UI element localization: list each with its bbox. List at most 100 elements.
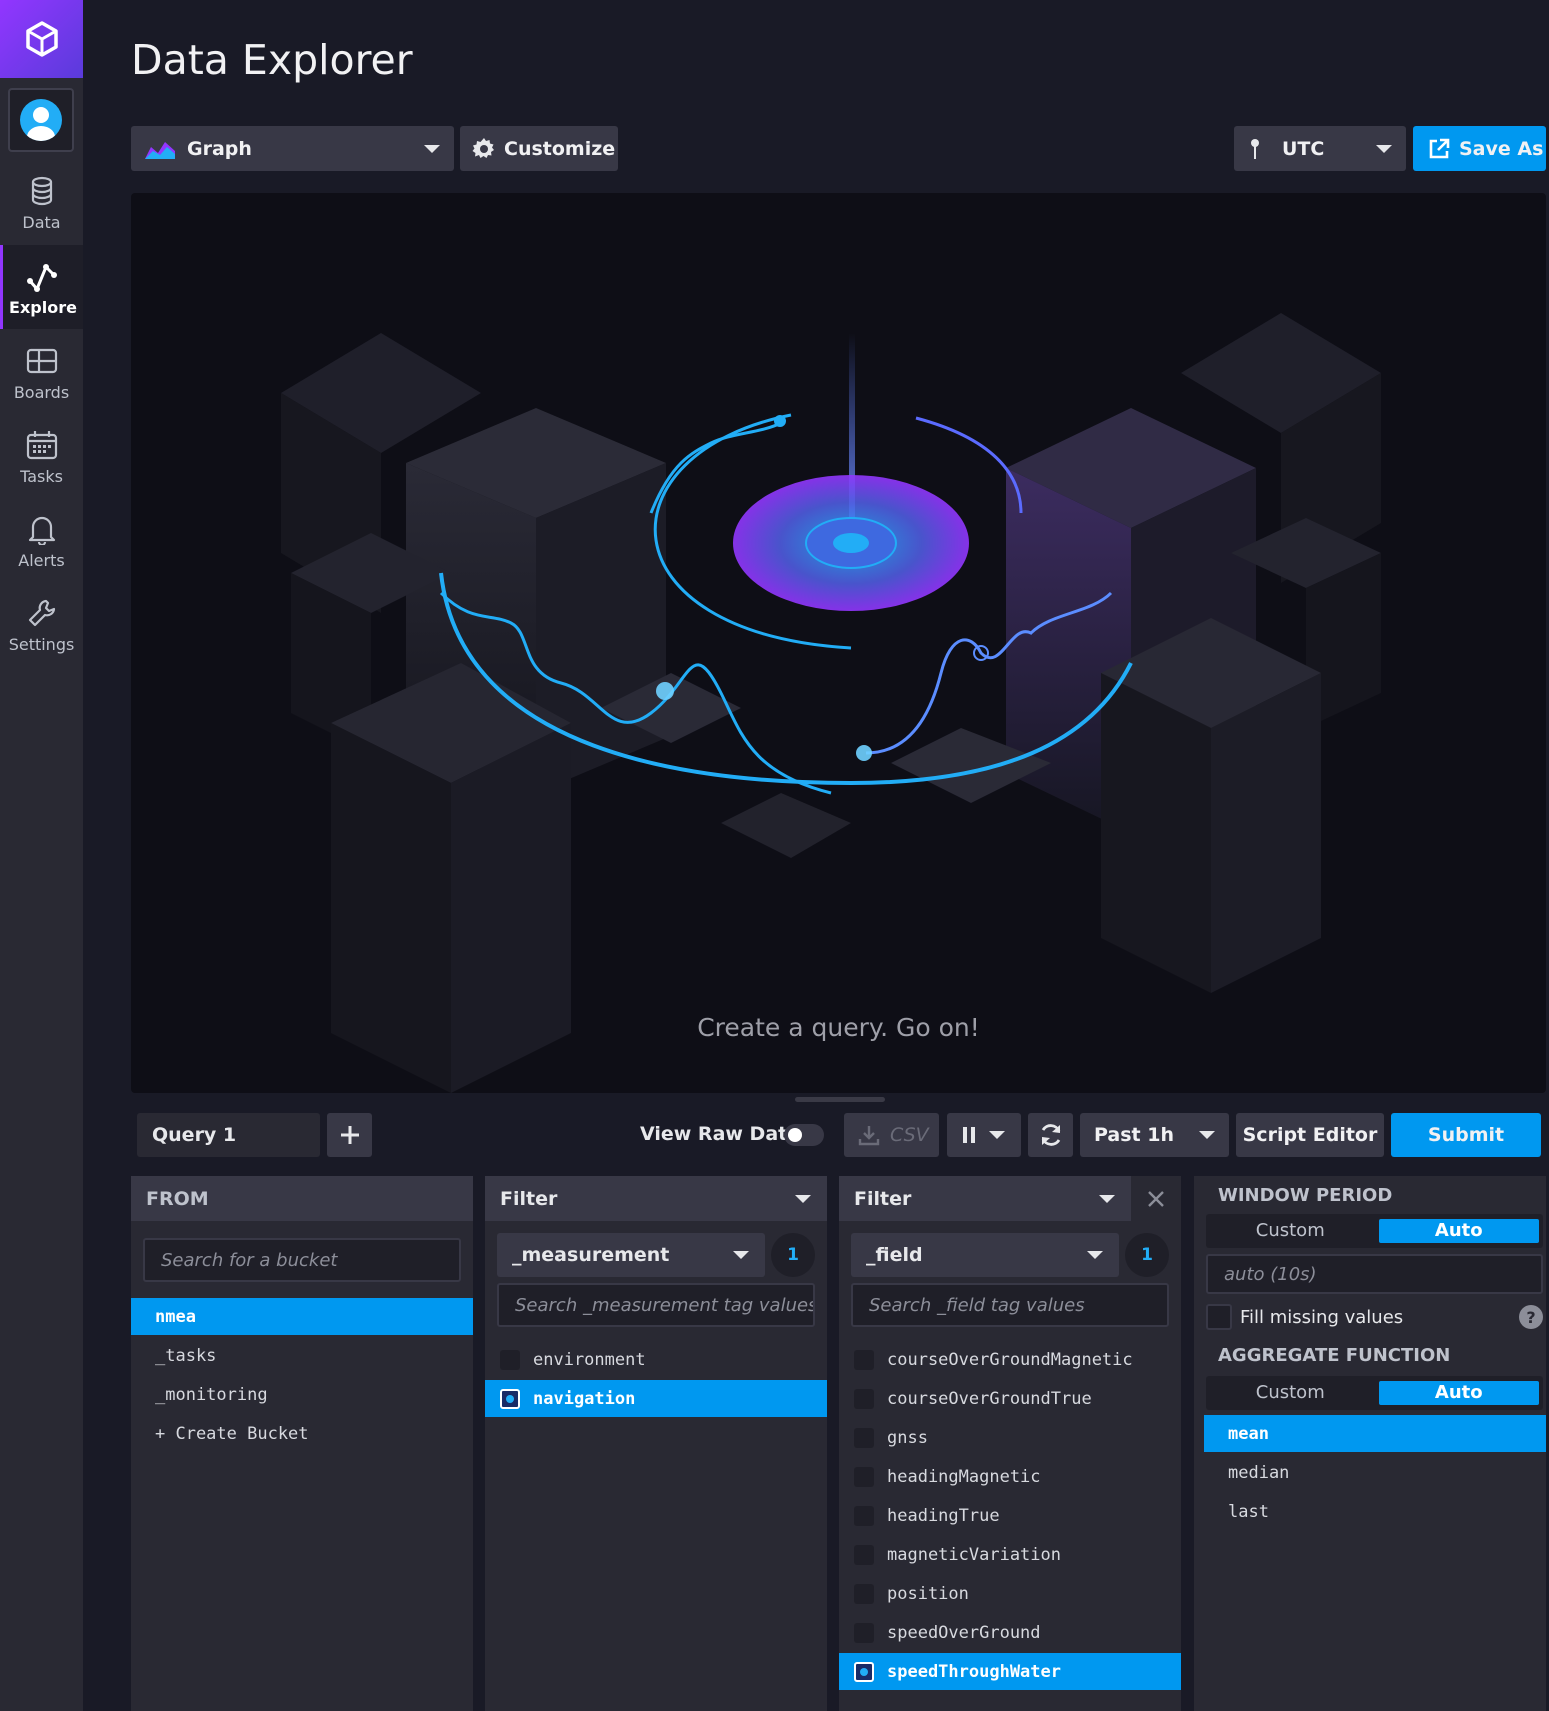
- checkbox[interactable]: [500, 1388, 520, 1409]
- view-raw-data-toggle[interactable]: [784, 1124, 824, 1146]
- filter-header[interactable]: Filter: [839, 1176, 1131, 1221]
- create-bucket-link[interactable]: + Create Bucket: [131, 1415, 473, 1452]
- tag-value-item[interactable]: position: [839, 1575, 1181, 1612]
- nav-item-data[interactable]: Data: [0, 160, 83, 244]
- nav-item-boards[interactable]: Boards: [0, 330, 83, 414]
- from-panel: FROM Search for a bucket nmea _tasks _mo…: [131, 1176, 473, 1711]
- checkbox[interactable]: [854, 1583, 874, 1604]
- checkbox[interactable]: [854, 1388, 874, 1409]
- field-key-dropdown[interactable]: _field: [851, 1233, 1119, 1277]
- user-avatar-button[interactable]: [8, 88, 74, 152]
- export-icon: [1429, 138, 1450, 158]
- tag-value-item[interactable]: headingMagnetic: [839, 1458, 1181, 1495]
- tag-value-item[interactable]: gnss: [839, 1419, 1181, 1456]
- aggregate-function-item[interactable]: last: [1204, 1493, 1546, 1530]
- nav-item-alerts[interactable]: Alerts: [0, 498, 83, 582]
- aggregate-function-toggle: Custom Auto: [1206, 1376, 1543, 1410]
- tag-value-item[interactable]: environment: [485, 1341, 827, 1378]
- aggregate-function-item[interactable]: mean: [1204, 1415, 1546, 1452]
- window-auto-option[interactable]: Auto: [1378, 1219, 1539, 1243]
- chevron-down-icon: [1087, 1251, 1103, 1259]
- nav-item-explore[interactable]: Explore: [0, 245, 83, 329]
- tag-value-label: speedOverGround: [887, 1622, 1041, 1643]
- empty-state-illustration: [281, 313, 1381, 1093]
- chevron-down-icon: [795, 1195, 811, 1203]
- function-auto-option[interactable]: Auto: [1378, 1381, 1539, 1405]
- tag-value-item[interactable]: magneticVariation: [839, 1536, 1181, 1573]
- influxdb-logo[interactable]: [0, 0, 83, 78]
- save-as-button[interactable]: Save As: [1413, 126, 1546, 171]
- window-period-input[interactable]: auto (10s): [1206, 1254, 1543, 1294]
- remove-filter-button[interactable]: [1131, 1176, 1181, 1221]
- query-tab[interactable]: Query 1: [137, 1113, 320, 1157]
- aggregate-function-item[interactable]: median: [1204, 1454, 1546, 1491]
- tag-value-item[interactable]: courseOverGroundMagnetic: [839, 1341, 1181, 1378]
- tag-value-label: navigation: [533, 1388, 636, 1409]
- resize-handle[interactable]: [795, 1097, 885, 1102]
- fill-missing-label: Fill missing values: [1240, 1306, 1404, 1328]
- customize-button[interactable]: Customize: [460, 126, 618, 171]
- tag-value-label: magneticVariation: [887, 1544, 1061, 1565]
- tag-value-label: courseOverGroundTrue: [887, 1388, 1092, 1409]
- tag-value-label: courseOverGroundMagnetic: [887, 1349, 1133, 1370]
- tag-value-item[interactable]: speedOverGround: [839, 1614, 1181, 1651]
- filter-header[interactable]: Filter: [485, 1176, 827, 1221]
- field-search-input[interactable]: Search _field tag values: [851, 1283, 1169, 1327]
- chevron-down-icon: [733, 1251, 749, 1259]
- tag-value-item[interactable]: speedThroughWater: [839, 1653, 1181, 1690]
- view-type-dropdown[interactable]: Graph: [131, 126, 454, 171]
- window-period-header: WINDOW PERIOD: [1218, 1184, 1393, 1206]
- function-custom-option[interactable]: Custom: [1210, 1381, 1371, 1405]
- fill-missing-checkbox[interactable]: [1206, 1304, 1232, 1330]
- nav-item-settings[interactable]: Settings: [0, 582, 83, 666]
- csv-label: CSV: [890, 1124, 929, 1146]
- nav-label: Boards: [13, 382, 70, 402]
- tag-value-label: gnss: [887, 1427, 928, 1448]
- tag-value-item[interactable]: navigation: [485, 1380, 827, 1417]
- database-icon: [29, 173, 55, 209]
- window-custom-option[interactable]: Custom: [1210, 1219, 1371, 1243]
- bell-icon: [27, 511, 57, 547]
- nav-label: Tasks: [20, 466, 63, 486]
- bucket-search-input[interactable]: Search for a bucket: [143, 1238, 461, 1282]
- add-query-button[interactable]: [327, 1113, 372, 1157]
- timezone-dropdown[interactable]: UTC: [1234, 126, 1406, 171]
- measurement-search-input[interactable]: Search _measurement tag values: [497, 1283, 815, 1327]
- autorefresh-dropdown[interactable]: [947, 1113, 1021, 1157]
- bucket-item[interactable]: _tasks: [131, 1337, 473, 1374]
- pause-icon: [963, 1127, 975, 1143]
- nav-item-tasks[interactable]: Tasks: [0, 414, 83, 498]
- time-range-dropdown[interactable]: Past 1h: [1080, 1113, 1229, 1157]
- csv-download-button[interactable]: CSV: [844, 1113, 939, 1157]
- refresh-icon: [1041, 1124, 1060, 1146]
- bucket-item[interactable]: nmea: [131, 1298, 473, 1335]
- checkbox[interactable]: [854, 1544, 874, 1565]
- checkbox[interactable]: [854, 1622, 874, 1643]
- tag-value-item[interactable]: headingTrue: [839, 1497, 1181, 1534]
- measurement-key-dropdown[interactable]: _measurement: [497, 1233, 765, 1277]
- chevron-down-icon: [424, 145, 440, 153]
- checkbox[interactable]: [854, 1349, 874, 1370]
- user-icon: [27, 107, 55, 141]
- script-editor-button[interactable]: Script Editor: [1236, 1113, 1384, 1157]
- bucket-item[interactable]: _monitoring: [131, 1376, 473, 1413]
- submit-button[interactable]: Submit: [1391, 1113, 1541, 1157]
- chevron-down-icon: [1199, 1131, 1215, 1139]
- checkbox[interactable]: [854, 1661, 874, 1682]
- cube-logo-icon: [25, 21, 58, 57]
- refresh-button[interactable]: [1028, 1113, 1073, 1157]
- customize-label: Customize: [504, 137, 616, 160]
- checkbox[interactable]: [854, 1427, 874, 1448]
- gear-icon: [472, 137, 494, 158]
- checkbox[interactable]: [500, 1349, 520, 1370]
- calendar-icon: [26, 427, 58, 463]
- chevron-down-icon: [989, 1131, 1005, 1139]
- nav-label: Explore: [9, 297, 77, 317]
- nav-label: Settings: [8, 634, 75, 654]
- help-icon[interactable]: ?: [1519, 1305, 1543, 1329]
- tag-value-item[interactable]: courseOverGroundTrue: [839, 1380, 1181, 1417]
- checkbox[interactable]: [854, 1466, 874, 1487]
- nav-label: Data: [22, 212, 61, 232]
- checkbox[interactable]: [854, 1505, 874, 1526]
- tag-value-label: environment: [533, 1349, 646, 1370]
